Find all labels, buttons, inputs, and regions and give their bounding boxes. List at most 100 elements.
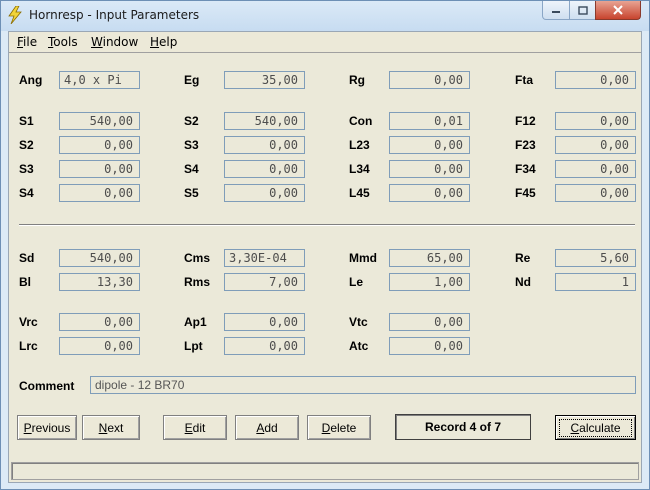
rms-field[interactable]: 7,00: [224, 273, 305, 291]
f12-field[interactable]: 0,00: [555, 112, 636, 130]
menu-tools-rest: ools: [53, 35, 78, 49]
ang-field[interactable]: 4,0 x Pi: [59, 71, 140, 89]
label-con: Con: [349, 114, 373, 128]
label-sd: Sd: [19, 251, 35, 265]
s2-field[interactable]: 540,00: [224, 112, 305, 130]
label-eg: Eg: [184, 73, 200, 87]
label-vrc: Vrc: [19, 315, 38, 329]
calculate-button[interactable]: Calculate: [555, 415, 636, 440]
label-rg: Rg: [349, 73, 365, 87]
minimize-icon: [552, 11, 560, 13]
edit-button[interactable]: Edit: [163, 415, 227, 440]
cms-field[interactable]: 3,30E-04: [224, 249, 305, 267]
atc-field[interactable]: 0,00: [389, 337, 470, 355]
menu-help-accel: H: [150, 35, 160, 49]
previous-button[interactable]: Previous: [17, 415, 77, 440]
menu-help[interactable]: Help: [150, 35, 177, 49]
label-f23: F23: [515, 138, 536, 152]
menu-bar: File Tools Window Help: [9, 32, 641, 52]
minimize-button[interactable]: [542, 1, 570, 20]
menu-file-rest: ile: [23, 35, 38, 49]
label-mmd: Mmd: [349, 251, 377, 265]
vrc-field[interactable]: 0,00: [59, 313, 140, 331]
delete-button[interactable]: Delete: [307, 415, 371, 440]
s4-seg4-field[interactable]: 0,00: [59, 184, 140, 202]
menu-file[interactable]: File: [17, 35, 37, 49]
close-icon: [613, 5, 623, 15]
f23-field[interactable]: 0,00: [555, 136, 636, 154]
add-accel: A: [256, 420, 265, 435]
label-lpt: Lpt: [184, 339, 203, 353]
label-bl: Bl: [19, 275, 31, 289]
s3-seg3-field[interactable]: 0,00: [59, 160, 140, 178]
section-divider: [19, 224, 635, 226]
label-s3-seg3: S3: [19, 162, 34, 176]
s5-field[interactable]: 0,00: [224, 184, 305, 202]
menu-help-rest: elp: [159, 35, 178, 49]
re-field[interactable]: 5,60: [555, 249, 636, 267]
label-comment: Comment: [19, 379, 75, 393]
close-button[interactable]: [595, 1, 641, 20]
l34-field[interactable]: 0,00: [389, 160, 470, 178]
eg-field[interactable]: 35,00: [224, 71, 305, 89]
label-fta: Fta: [515, 73, 533, 87]
sd-field[interactable]: 540,00: [59, 249, 140, 267]
label-l23: L23: [349, 138, 370, 152]
label-ang: Ang: [19, 73, 43, 87]
lrc-field[interactable]: 0,00: [59, 337, 140, 355]
l23-field[interactable]: 0,00: [389, 136, 470, 154]
label-s2-seg2: S2: [19, 138, 34, 152]
label-s2: S2: [184, 114, 199, 128]
calculate-rest: alculate: [579, 420, 621, 435]
edit-rest: dit: [192, 420, 206, 435]
label-s3: S3: [184, 138, 199, 152]
label-re: Re: [515, 251, 531, 265]
s1-field[interactable]: 540,00: [59, 112, 140, 130]
label-nd: Nd: [515, 275, 531, 289]
l45-field[interactable]: 0,00: [389, 184, 470, 202]
fta-field[interactable]: 0,00: [555, 71, 636, 89]
ap1-field[interactable]: 0,00: [224, 313, 305, 331]
menu-window-rest: indow: [102, 35, 139, 49]
label-f34: F34: [515, 162, 536, 176]
label-l34: L34: [349, 162, 370, 176]
label-vtc: Vtc: [349, 315, 368, 329]
le-field[interactable]: 1,00: [389, 273, 470, 291]
label-rms: Rms: [184, 275, 211, 289]
menu-tools[interactable]: Tools: [48, 35, 78, 49]
label-lrc: Lrc: [19, 339, 38, 353]
next-accel: N: [98, 420, 108, 435]
next-button[interactable]: Next: [82, 415, 140, 440]
client-area: File Tools Window Help Ang 4,0 x Pi Eg 3…: [8, 31, 642, 483]
edit-accel: E: [184, 420, 193, 435]
record-indicator: Record 4 of 7: [395, 414, 531, 440]
rg-field[interactable]: 0,00: [389, 71, 470, 89]
nd-field[interactable]: 1: [555, 273, 636, 291]
label-l45: L45: [349, 186, 370, 200]
window-title: Hornresp - Input Parameters: [29, 8, 200, 22]
lightning-bolt-icon: [7, 5, 23, 25]
mmd-field[interactable]: 65,00: [389, 249, 470, 267]
label-s4: S4: [184, 162, 199, 176]
vtc-field[interactable]: 0,00: [389, 313, 470, 331]
label-s5: S5: [184, 186, 199, 200]
s4-field[interactable]: 0,00: [224, 160, 305, 178]
app-window: Hornresp - Input Parameters File Tools W…: [0, 0, 650, 490]
bl-field[interactable]: 13,30: [59, 273, 140, 291]
label-ap1: Ap1: [184, 315, 207, 329]
status-bar: [11, 462, 639, 480]
menu-window[interactable]: Window: [91, 35, 138, 49]
s2-seg2-field[interactable]: 0,00: [59, 136, 140, 154]
f45-field[interactable]: 0,00: [555, 184, 636, 202]
label-f12: F12: [515, 114, 536, 128]
title-bar[interactable]: Hornresp - Input Parameters: [1, 1, 649, 31]
maximize-button[interactable]: [569, 1, 596, 20]
comment-field[interactable]: dipole - 12 BR70: [90, 376, 636, 394]
lpt-field[interactable]: 0,00: [224, 337, 305, 355]
s3-field[interactable]: 0,00: [224, 136, 305, 154]
add-button[interactable]: Add: [235, 415, 299, 440]
f34-field[interactable]: 0,00: [555, 160, 636, 178]
previous-accel: P: [23, 420, 32, 435]
delete-accel: D: [321, 420, 331, 435]
con-field[interactable]: 0,01: [389, 112, 470, 130]
